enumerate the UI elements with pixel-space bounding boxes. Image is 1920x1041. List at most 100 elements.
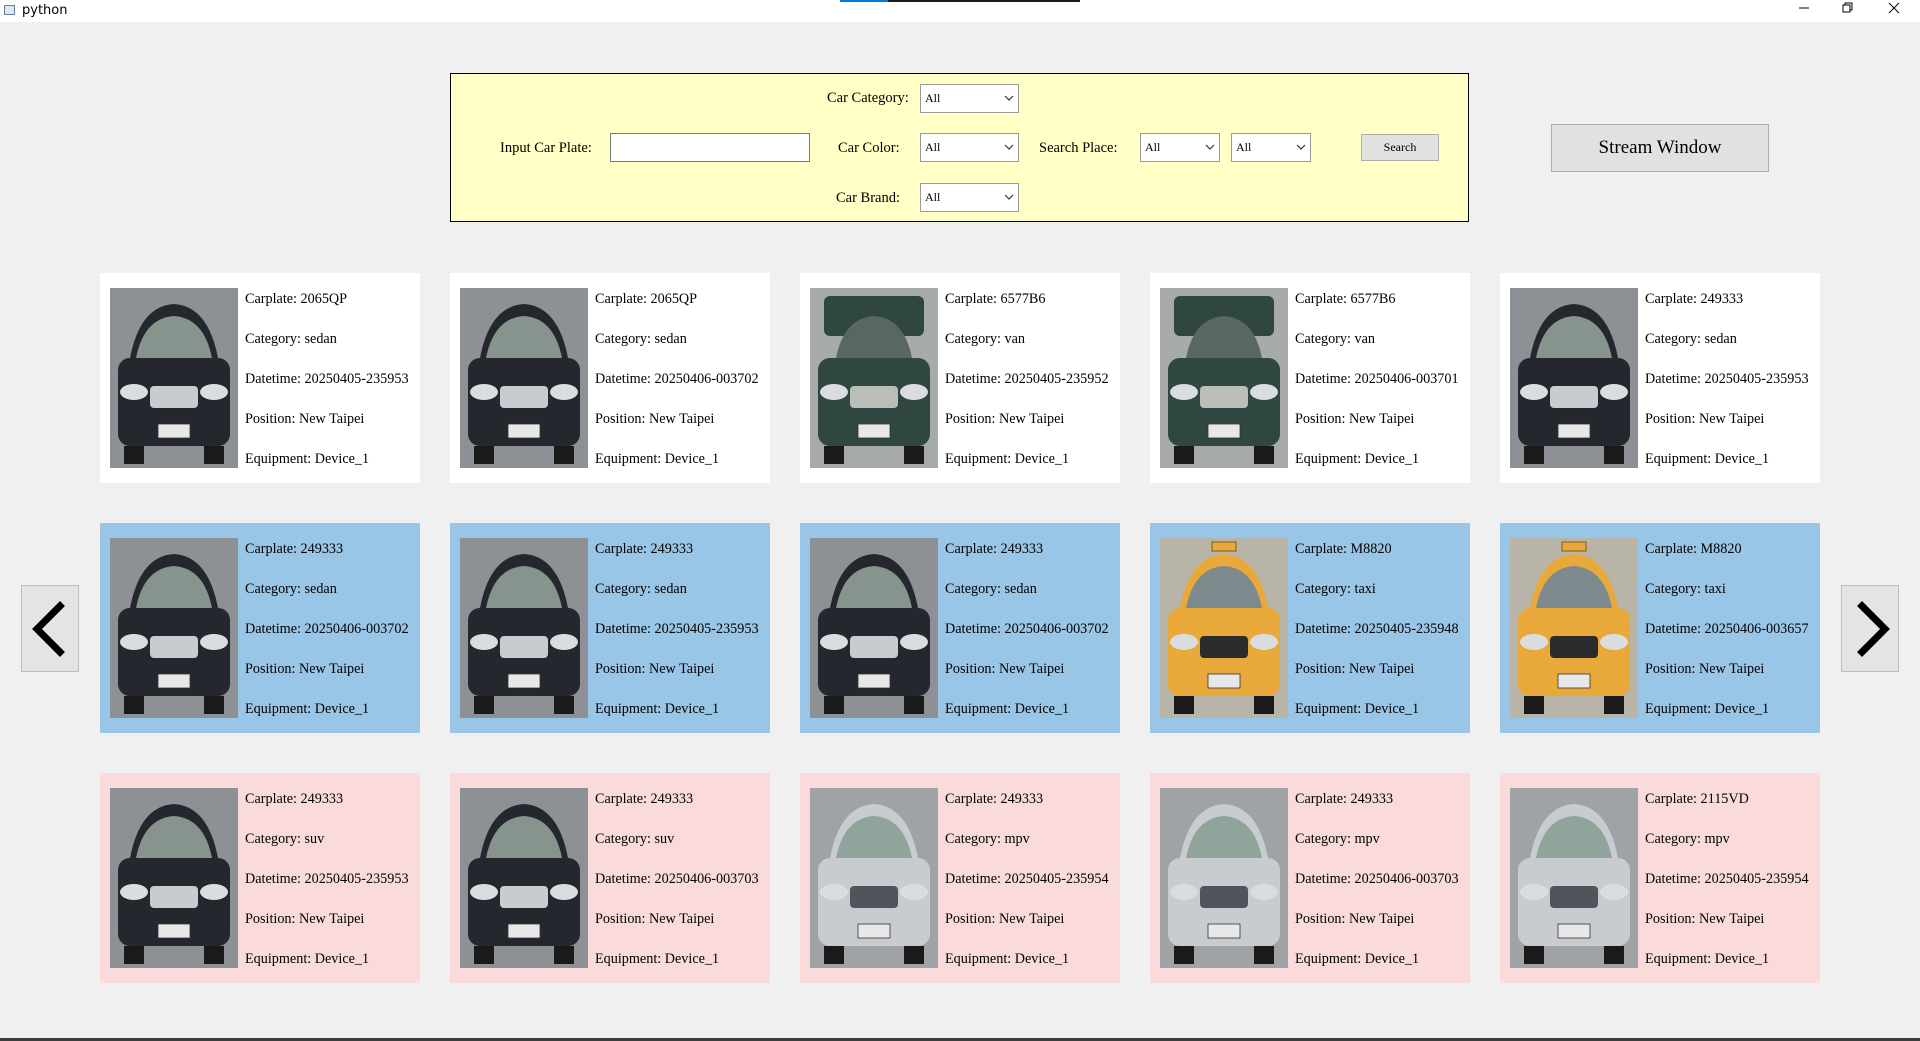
- result-card[interactable]: Carplate: 6577B6 Category: van Datetime: 2…: [800, 273, 1120, 483]
- restore-icon: [1842, 2, 1853, 13]
- chevron-down-icon: [1004, 144, 1014, 150]
- card-datetime: Datetime: 20250405-235954: [1645, 871, 1809, 887]
- car-brand-value: All: [925, 190, 941, 204]
- card-position: Position: New Taipei: [595, 911, 715, 927]
- result-card[interactable]: Carplate: 2115VD Category: mpv Datetime: 2…: [1500, 773, 1820, 983]
- card-datetime: Datetime: 20250406-003702: [245, 621, 409, 637]
- chevron-left-icon: [32, 601, 65, 657]
- minimize-button[interactable]: [1782, 0, 1826, 22]
- car-image: [1160, 288, 1288, 468]
- card-datetime: Datetime: 20250405-235953: [245, 371, 409, 387]
- car-image: [460, 788, 588, 968]
- card-equipment: Equipment: Device_1: [945, 451, 1070, 467]
- search-place-value-2: All: [1236, 140, 1252, 154]
- result-card[interactable]: Carplate: 249333 Category: sedan Datetime:…: [1500, 273, 1820, 483]
- search-place-select-1[interactable]: All: [1140, 133, 1220, 162]
- restore-button[interactable]: [1826, 0, 1870, 22]
- car-image: [110, 288, 238, 468]
- card-datetime: Datetime: 20250406-003702: [945, 621, 1109, 637]
- card-category: Category: sedan: [245, 581, 337, 597]
- card-category: Category: suv: [245, 831, 325, 847]
- search-panel: Car Category: All Input Car Plate: Car C…: [450, 73, 1469, 222]
- result-card[interactable]: Carplate: 249333 Category: mpv Datetime: 2…: [1150, 773, 1470, 983]
- card-equipment: Equipment: Device_1: [595, 701, 720, 717]
- card-datetime: Datetime: 20250405-235953: [245, 871, 409, 887]
- chevron-down-icon: [1004, 194, 1014, 200]
- card-info: Carplate: 249333 Category: sedan Datetime:…: [945, 538, 1109, 738]
- chevron-down-icon: [1296, 144, 1306, 150]
- card-datetime: Datetime: 20250406-003703: [595, 871, 759, 887]
- close-button[interactable]: [1872, 0, 1916, 22]
- card-info: Carplate: 249333 Category: suv Datetime: 2…: [595, 788, 759, 988]
- card-position: Position: New Taipei: [1645, 411, 1765, 427]
- card-category: Category: taxi: [1645, 581, 1726, 597]
- result-card[interactable]: Carplate: 249333 Category: suv Datetime: 2…: [450, 773, 770, 983]
- card-category: Category: sedan: [945, 581, 1037, 597]
- card-position: Position: New Taipei: [245, 411, 365, 427]
- car-image: [1160, 538, 1288, 718]
- card-category: Category: taxi: [1295, 581, 1376, 597]
- car-image: [810, 538, 938, 718]
- result-card[interactable]: Carplate: 249333 Category: mpv Datetime: 2…: [800, 773, 1120, 983]
- card-category: Category: sedan: [595, 331, 687, 347]
- card-carplate: Carplate: 6577B6: [1295, 291, 1396, 307]
- card-category: Category: sedan: [245, 331, 337, 347]
- title-bar: python: [0, 0, 1920, 22]
- card-category: Category: mpv: [1645, 831, 1730, 847]
- search-button[interactable]: Search: [1361, 134, 1439, 161]
- card-position: Position: New Taipei: [245, 661, 365, 677]
- card-position: Position: New Taipei: [1295, 661, 1415, 677]
- chevron-down-icon: [1004, 95, 1014, 101]
- car-category-select[interactable]: All: [920, 84, 1019, 113]
- stream-window-button[interactable]: Stream Window: [1551, 124, 1769, 172]
- card-datetime: Datetime: 20250405-235954: [945, 871, 1109, 887]
- result-card[interactable]: Carplate: 6577B6 Category: van Datetime: 2…: [1150, 273, 1470, 483]
- card-info: Carplate: M8820 Category: taxi Datetime: 2…: [1295, 538, 1459, 738]
- result-card[interactable]: Carplate: 2065QP Category: sedan Datetime:…: [100, 273, 420, 483]
- card-info: Carplate: 249333 Category: sedan Datetime:…: [595, 538, 759, 738]
- card-category: Category: sedan: [595, 581, 687, 597]
- card-equipment: Equipment: Device_1: [945, 701, 1070, 717]
- result-card[interactable]: Carplate: 249333 Category: sedan Datetime:…: [100, 523, 420, 733]
- close-icon: [1888, 2, 1900, 14]
- card-info: Carplate: 249333 Category: sedan Datetime:…: [245, 538, 409, 738]
- card-equipment: Equipment: Device_1: [245, 451, 370, 467]
- result-card[interactable]: Carplate: 249333 Category: sedan Datetime:…: [800, 523, 1120, 733]
- car-color-select[interactable]: All: [920, 133, 1019, 162]
- next-page-button[interactable]: [1841, 585, 1899, 672]
- card-position: Position: New Taipei: [1295, 411, 1415, 427]
- card-equipment: Equipment: Device_1: [245, 701, 370, 717]
- card-info: Carplate: 2065QP Category: sedan Datetime:…: [245, 288, 409, 488]
- card-carplate: Carplate: 249333: [1295, 791, 1394, 807]
- car-plate-input[interactable]: [610, 133, 810, 162]
- card-equipment: Equipment: Device_1: [1645, 451, 1770, 467]
- title-accent-blue: [840, 0, 888, 2]
- title-accent-dark: [888, 0, 1080, 2]
- card-equipment: Equipment: Device_1: [1295, 951, 1420, 967]
- card-carplate: Carplate: 2065QP: [595, 291, 698, 307]
- car-brand-label: Car Brand:: [836, 190, 901, 206]
- card-position: Position: New Taipei: [595, 411, 715, 427]
- card-category: Category: mpv: [945, 831, 1030, 847]
- car-brand-select[interactable]: All: [920, 183, 1019, 212]
- result-card[interactable]: Carplate: M8820 Category: taxi Datetime: 2…: [1150, 523, 1470, 733]
- card-equipment: Equipment: Device_1: [1295, 451, 1420, 467]
- card-equipment: Equipment: Device_1: [1645, 951, 1770, 967]
- result-card[interactable]: Carplate: M8820 Category: taxi Datetime: 2…: [1500, 523, 1820, 733]
- app-icon: [4, 5, 15, 15]
- card-position: Position: New Taipei: [945, 411, 1065, 427]
- card-carplate: Carplate: M8820: [1295, 541, 1392, 557]
- card-carplate: Carplate: 2115VD: [1645, 791, 1749, 807]
- search-place-value-1: All: [1145, 140, 1161, 154]
- result-card[interactable]: Carplate: 2065QP Category: sedan Datetime:…: [450, 273, 770, 483]
- chevron-right-icon: [1857, 601, 1890, 657]
- result-card[interactable]: Carplate: 249333 Category: suv Datetime: 2…: [100, 773, 420, 983]
- car-color-label: Car Color:: [838, 140, 900, 156]
- prev-page-button[interactable]: [21, 585, 79, 672]
- card-info: Carplate: 249333 Category: mpv Datetime: 2…: [945, 788, 1109, 988]
- card-datetime: Datetime: 20250406-003701: [1295, 371, 1459, 387]
- card-category: Category: van: [1295, 331, 1375, 347]
- card-position: Position: New Taipei: [595, 661, 715, 677]
- result-card[interactable]: Carplate: 249333 Category: sedan Datetime:…: [450, 523, 770, 733]
- search-place-select-2[interactable]: All: [1231, 133, 1311, 162]
